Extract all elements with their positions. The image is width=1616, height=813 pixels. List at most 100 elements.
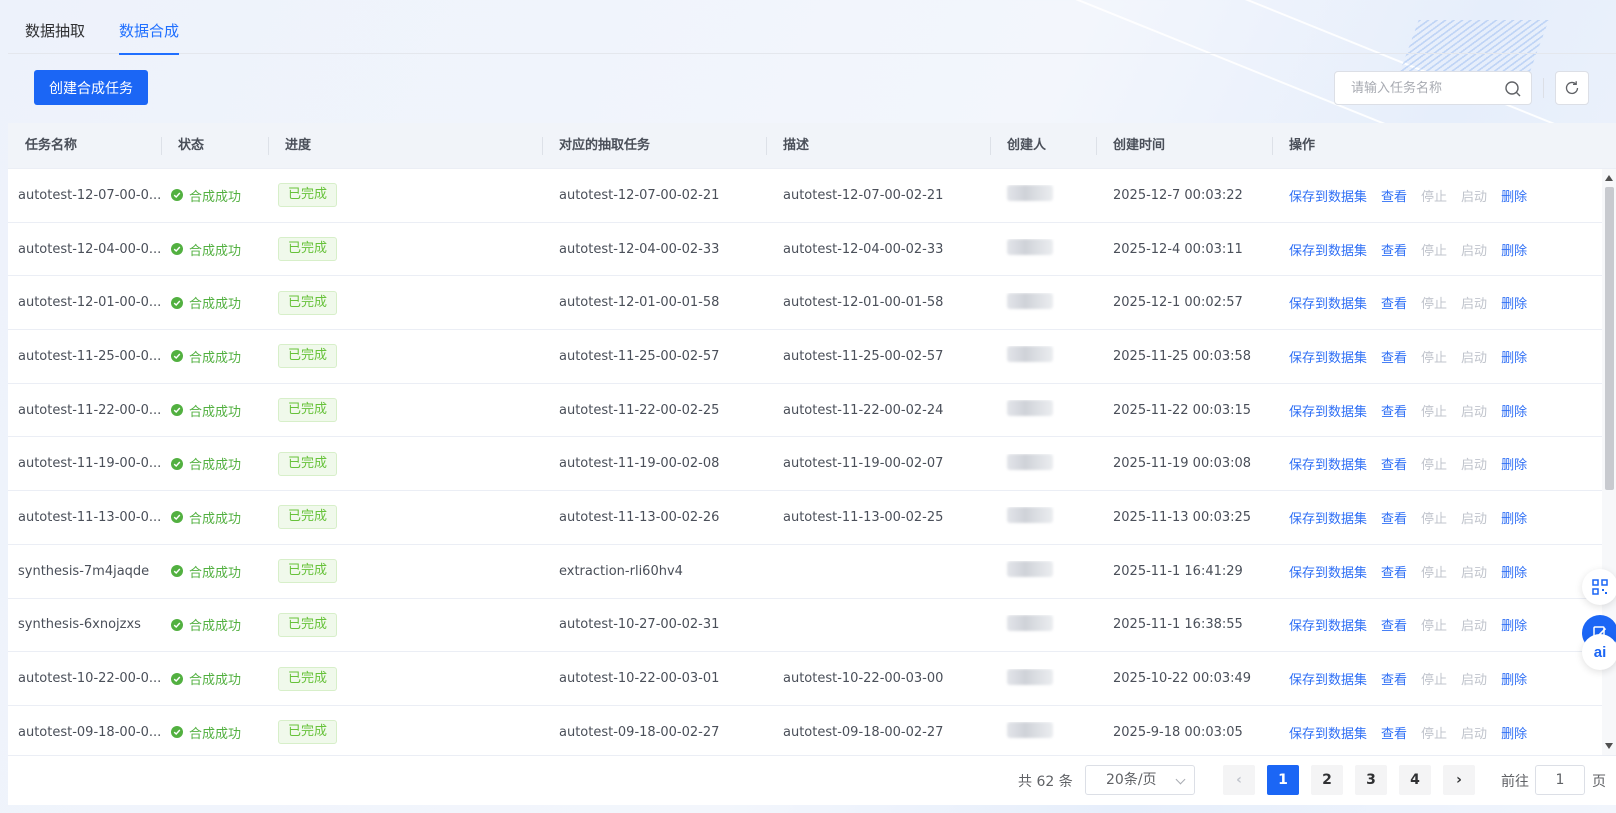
stop-link[interactable]: 停止 — [1421, 723, 1447, 742]
save-to-dataset-link[interactable]: 保存到数据集 — [1289, 454, 1367, 473]
delete-link[interactable]: 删除 — [1501, 347, 1527, 366]
start-link[interactable]: 启动 — [1461, 186, 1487, 205]
next-page-button[interactable]: › — [1443, 765, 1475, 795]
start-link[interactable]: 启动 — [1461, 401, 1487, 420]
delete-link[interactable]: 删除 — [1501, 562, 1527, 581]
page-3-button[interactable]: 3 — [1355, 765, 1387, 795]
stop-link[interactable]: 停止 — [1421, 293, 1447, 312]
delete-link[interactable]: 删除 — [1501, 454, 1527, 473]
toolbar-divider — [1543, 78, 1544, 98]
save-to-dataset-link[interactable]: 保存到数据集 — [1289, 347, 1367, 366]
view-link[interactable]: 查看 — [1381, 293, 1407, 312]
view-link[interactable]: 查看 — [1381, 347, 1407, 366]
save-to-dataset-link[interactable]: 保存到数据集 — [1289, 293, 1367, 312]
table-row[interactable]: autotest-11-22-00-0... 合成成功 已完成 autotest-11… — [8, 384, 1616, 438]
delete-link[interactable]: 删除 — [1501, 401, 1527, 420]
stop-link[interactable]: 停止 — [1421, 454, 1447, 473]
start-link[interactable]: 启动 — [1461, 508, 1487, 527]
save-to-dataset-link[interactable]: 保存到数据集 — [1289, 401, 1367, 420]
status-cell: 合成成功 — [161, 562, 268, 581]
start-link[interactable]: 启动 — [1461, 454, 1487, 473]
save-to-dataset-link[interactable]: 保存到数据集 — [1289, 186, 1367, 205]
actions-cell: 保存到数据集 查看 停止 启动 删除 — [1272, 293, 1612, 312]
view-link[interactable]: 查看 — [1381, 723, 1407, 742]
start-link[interactable]: 启动 — [1461, 723, 1487, 742]
stop-link[interactable]: 停止 — [1421, 401, 1447, 420]
table-row[interactable]: autotest-12-04-00-0... 合成成功 已完成 autotest-12… — [8, 223, 1616, 277]
ai-float-button[interactable]: ai — [1582, 634, 1616, 670]
save-to-dataset-link[interactable]: 保存到数据集 — [1289, 562, 1367, 581]
prev-page-button[interactable]: ‹ — [1223, 765, 1255, 795]
progress-cell: 已完成 — [268, 183, 542, 208]
view-link[interactable]: 查看 — [1381, 508, 1407, 527]
tab-data-synthesis[interactable]: 数据合成 — [102, 8, 196, 55]
creator-cell — [990, 668, 1096, 689]
table-row[interactable]: autotest-11-19-00-0... 合成成功 已完成 autotest-11… — [8, 437, 1616, 492]
actions-cell: 保存到数据集 查看 停止 启动 删除 — [1272, 615, 1612, 634]
table-row[interactable]: autotest-09-18-00-0... 合成成功 已完成 autotest-09… — [8, 706, 1616, 755]
create-synthesis-task-button[interactable]: 创建合成任务 — [34, 70, 148, 105]
start-link[interactable]: 启动 — [1461, 240, 1487, 259]
delete-link[interactable]: 删除 — [1501, 186, 1527, 205]
stop-link[interactable]: 停止 — [1421, 615, 1447, 634]
scroll-down-arrow-icon[interactable] — [1605, 743, 1613, 749]
save-to-dataset-link[interactable]: 保存到数据集 — [1289, 240, 1367, 259]
start-link[interactable]: 启动 — [1461, 669, 1487, 688]
delete-link[interactable]: 删除 — [1501, 293, 1527, 312]
task-search-box — [1334, 71, 1532, 105]
search-icon[interactable] — [1504, 80, 1522, 98]
column-header-progress: 进度 — [268, 123, 542, 169]
stop-link[interactable]: 停止 — [1421, 240, 1447, 259]
table-row[interactable]: autotest-11-25-00-0... 合成成功 已完成 autotest-11… — [8, 330, 1616, 384]
save-to-dataset-link[interactable]: 保存到数据集 — [1289, 508, 1367, 527]
created-time-cell: 2025-11-1 16:38:55 — [1113, 617, 1243, 633]
table-row[interactable]: autotest-12-07-00-0... 合成成功 已完成 autotest-12… — [8, 169, 1616, 223]
save-to-dataset-link[interactable]: 保存到数据集 — [1289, 615, 1367, 634]
scroll-up-arrow-icon[interactable] — [1605, 175, 1613, 181]
table-row[interactable]: synthesis-6xnojzxs 合成成功 已完成 autotest-10-27-… — [8, 599, 1616, 653]
qr-code-float-button[interactable] — [1582, 569, 1616, 605]
tab-data-extraction[interactable]: 数据抽取 — [8, 8, 102, 54]
delete-link[interactable]: 删除 — [1501, 669, 1527, 688]
task-name-cell: synthesis-6xnojzxs — [18, 617, 141, 633]
stop-link[interactable]: 停止 — [1421, 186, 1447, 205]
page-size-select[interactable]: 20条/页 — [1085, 765, 1195, 795]
creator-avatar-blurred — [1007, 722, 1053, 739]
delete-link[interactable]: 删除 — [1501, 240, 1527, 259]
table-row[interactable]: autotest-10-22-00-0... 合成成功 已完成 autotest-10… — [8, 652, 1616, 706]
page-1-button[interactable]: 1 — [1267, 765, 1299, 795]
view-link[interactable]: 查看 — [1381, 454, 1407, 473]
refresh-button[interactable] — [1555, 71, 1589, 105]
table-row[interactable]: synthesis-7m4jaqde 合成成功 已完成 extraction-rli6… — [8, 545, 1616, 599]
creator-avatar-blurred — [1007, 346, 1053, 363]
save-to-dataset-link[interactable]: 保存到数据集 — [1289, 723, 1367, 742]
view-link[interactable]: 查看 — [1381, 669, 1407, 688]
view-link[interactable]: 查看 — [1381, 186, 1407, 205]
start-link[interactable]: 启动 — [1461, 293, 1487, 312]
stop-link[interactable]: 停止 — [1421, 347, 1447, 366]
table-row[interactable]: autotest-12-01-00-0... 合成成功 已完成 autotest-12… — [8, 276, 1616, 331]
view-link[interactable]: 查看 — [1381, 240, 1407, 259]
delete-link[interactable]: 删除 — [1501, 508, 1527, 527]
delete-link[interactable]: 删除 — [1501, 723, 1527, 742]
delete-link[interactable]: 删除 — [1501, 615, 1527, 634]
stop-link[interactable]: 停止 — [1421, 508, 1447, 527]
scrollbar-thumb[interactable] — [1605, 187, 1614, 490]
view-link[interactable]: 查看 — [1381, 401, 1407, 420]
start-link[interactable]: 启动 — [1461, 615, 1487, 634]
goto-page-input[interactable] — [1535, 765, 1585, 795]
task-search-input[interactable] — [1335, 72, 1495, 104]
creator-avatar-blurred — [1007, 292, 1053, 309]
start-link[interactable]: 启动 — [1461, 562, 1487, 581]
view-link[interactable]: 查看 — [1381, 615, 1407, 634]
stop-link[interactable]: 停止 — [1421, 669, 1447, 688]
view-link[interactable]: 查看 — [1381, 562, 1407, 581]
check-circle-icon — [171, 511, 183, 524]
save-to-dataset-link[interactable]: 保存到数据集 — [1289, 669, 1367, 688]
column-header-actions: 操作 — [1272, 123, 1612, 169]
start-link[interactable]: 启动 — [1461, 347, 1487, 366]
page-2-button[interactable]: 2 — [1311, 765, 1343, 795]
page-4-button[interactable]: 4 — [1399, 765, 1431, 795]
stop-link[interactable]: 停止 — [1421, 562, 1447, 581]
table-row[interactable]: autotest-11-13-00-0... 合成成功 已完成 autotest-11… — [8, 491, 1616, 545]
